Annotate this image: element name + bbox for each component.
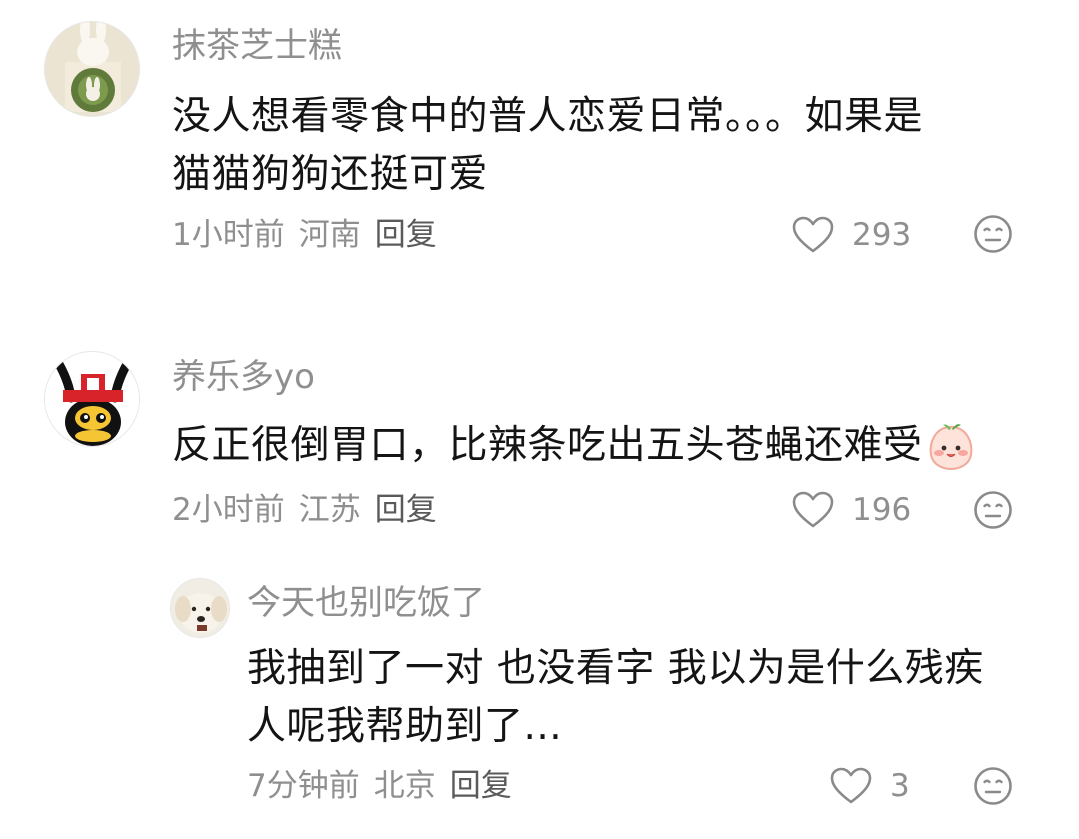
comment-username[interactable]: 抹茶芝士糕: [172, 26, 342, 66]
meh-face-icon: [974, 767, 1012, 805]
dislike-button[interactable]: [973, 490, 1013, 534]
matcha-bunny-avatar-icon: [45, 22, 139, 116]
reply-button[interactable]: 回复: [450, 768, 512, 804]
peach-face-emoji: [929, 424, 972, 471]
dislike-button[interactable]: [973, 766, 1013, 810]
heart-outline-icon: [792, 491, 834, 528]
avatar[interactable]: [170, 578, 230, 638]
comment-location: 河南: [298, 217, 361, 253]
comment-time: 2小时前: [172, 492, 285, 528]
comment-text-line: 反正很倒胃口，比辣条吃出五头苍蝇还难受: [172, 423, 923, 468]
heart-outline-icon: [830, 767, 872, 804]
meh-face-icon: [974, 215, 1012, 253]
comment-text-line: 没人想看零食中的普人恋爱日常。。。如果是: [172, 94, 924, 139]
reply-meta: 7分钟前 北京 回复: [247, 766, 512, 806]
like-count: 196: [852, 492, 912, 528]
comment-location: 江苏: [298, 492, 361, 528]
comment-text-line: 猫猫狗狗还挺可爱: [172, 152, 489, 197]
dog-avatar-icon: [171, 579, 229, 637]
comment-username[interactable]: 养乐多yo: [172, 357, 315, 397]
avatar[interactable]: [44, 21, 140, 117]
comment-meta: 2小时前 江苏 回复: [172, 490, 437, 530]
avatar[interactable]: [44, 351, 140, 447]
reply-location: 北京: [373, 768, 436, 804]
like-button[interactable]: 293: [792, 213, 911, 257]
reply-time: 7分钟前: [247, 768, 360, 804]
like-button[interactable]: 196: [792, 488, 911, 532]
meh-face-icon: [974, 491, 1012, 529]
reply-text: 我抽到了一对 也没看字 我以为是什么残疾 人呢我帮助到了...: [247, 640, 1047, 756]
reply-username[interactable]: 今天也别吃饭了: [247, 583, 485, 623]
comment-time: 1小时前: [172, 217, 285, 253]
reply-button[interactable]: 回复: [375, 217, 437, 253]
dislike-button[interactable]: [973, 214, 1013, 258]
reply-button[interactable]: 回复: [375, 492, 437, 528]
like-button[interactable]: 3: [830, 764, 910, 808]
reply-text-line: 人呢我帮助到了...: [247, 704, 563, 749]
like-count: 293: [852, 217, 912, 253]
like-count: 3: [890, 768, 910, 804]
reply-text-line: 我抽到了一对 也没看字 我以为是什么残疾: [247, 646, 984, 691]
comment-text: 没人想看零食中的普人恋爱日常。。。如果是 猫猫狗狗还挺可爱: [172, 88, 1032, 204]
comment-text: 反正很倒胃口，比辣条吃出五头苍蝇还难受: [172, 417, 1052, 475]
penguin-hat-avatar-icon: [45, 352, 139, 446]
comment-meta: 1小时前 河南 回复: [172, 215, 437, 255]
heart-outline-icon: [792, 216, 834, 253]
